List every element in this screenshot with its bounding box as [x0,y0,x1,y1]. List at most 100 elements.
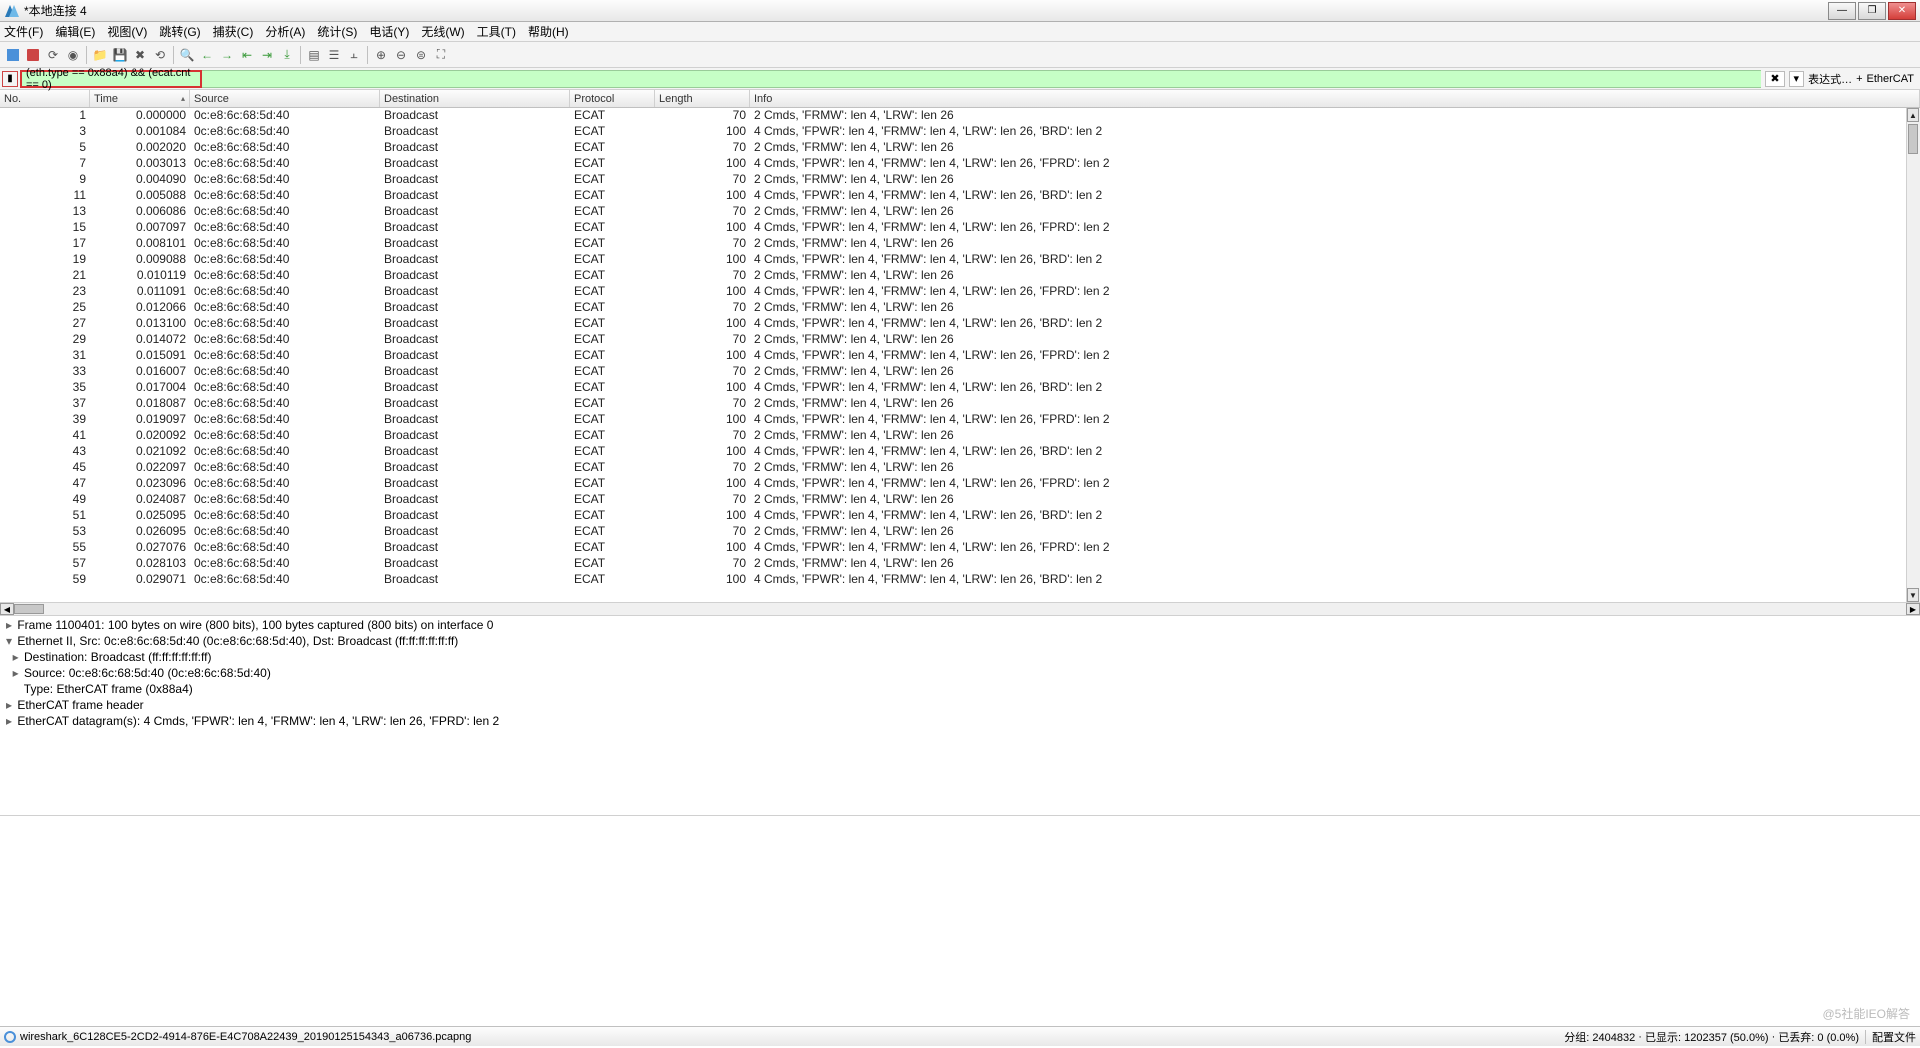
packet-row[interactable]: 510.0250950c:e8:6c:68:5d:40BroadcastECAT… [0,508,1920,524]
filter-bookmark-icon[interactable]: ▮ [2,71,18,87]
hscroll-thumb[interactable] [14,604,44,614]
menu-item-10[interactable]: 帮助(H) [528,23,569,40]
packet-row[interactable]: 110.0050880c:e8:6c:68:5d:40BroadcastECAT… [0,188,1920,204]
col-source[interactable]: Source [190,90,380,107]
packet-row[interactable]: 190.0090880c:e8:6c:68:5d:40BroadcastECAT… [0,252,1920,268]
filter-apply-button[interactable]: ▾ [1789,71,1805,87]
filter-expression-label[interactable]: 表达式… [1808,71,1852,87]
menu-item-0[interactable]: 文件(F) [4,23,43,40]
packet-row[interactable]: 530.0260950c:e8:6c:68:5d:40BroadcastECAT… [0,524,1920,540]
filter-clear-button[interactable]: ✖ [1765,71,1784,87]
menu-item-9[interactable]: 工具(T) [477,23,516,40]
packet-row[interactable]: 310.0150910c:e8:6c:68:5d:40BroadcastECAT… [0,348,1920,364]
filter-add-button[interactable]: + [1856,73,1862,85]
packet-row[interactable]: 490.0240870c:e8:6c:68:5d:40BroadcastECAT… [0,492,1920,508]
display-filter-input[interactable]: (eth.type == 0x88a4) && (ecat.cnt == 0) [20,70,202,88]
packet-row[interactable]: 430.0210920c:e8:6c:68:5d:40BroadcastECAT… [0,444,1920,460]
col-info[interactable]: Info [750,90,1920,107]
detail-line[interactable]: ▾ Ethernet II, Src: 0c:e8:6c:68:5d:40 (0… [4,634,1916,650]
packet-row[interactable]: 410.0200920c:e8:6c:68:5d:40BroadcastECAT… [0,428,1920,444]
packet-row[interactable]: 170.0081010c:e8:6c:68:5d:40BroadcastECAT… [0,236,1920,252]
packet-row[interactable]: 570.0281030c:e8:6c:68:5d:40BroadcastECAT… [0,556,1920,572]
packet-row[interactable]: 350.0170040c:e8:6c:68:5d:40BroadcastECAT… [0,380,1920,396]
packet-details[interactable]: ▸ Frame 1100401: 100 bytes on wire (800 … [0,616,1920,816]
maximize-button[interactable]: ❐ [1858,2,1886,20]
packet-row[interactable]: 50.0020200c:e8:6c:68:5d:40BroadcastECAT7… [0,140,1920,156]
zoom-reset-icon[interactable]: ⊜ [412,46,430,64]
packet-row[interactable]: 390.0190970c:e8:6c:68:5d:40BroadcastECAT… [0,412,1920,428]
colorize-icon[interactable]: ▤ [305,46,323,64]
status-profile[interactable]: 配置文件 [1872,1029,1916,1045]
menu-item-2[interactable]: 视图(V) [107,23,147,40]
packet-row[interactable]: 250.0120660c:e8:6c:68:5d:40BroadcastECAT… [0,300,1920,316]
menu-item-8[interactable]: 无线(W) [421,23,464,40]
scroll-thumb[interactable] [1908,124,1918,154]
menu-item-6[interactable]: 统计(S) [317,23,357,40]
scroll-down-icon[interactable]: ▼ [1907,588,1919,602]
packet-bytes[interactable] [0,816,1920,1026]
find-packet-icon[interactable]: 🔍 [178,46,196,64]
packet-row[interactable]: 270.0131000c:e8:6c:68:5d:40BroadcastECAT… [0,316,1920,332]
packet-row[interactable]: 210.0101190c:e8:6c:68:5d:40BroadcastECAT… [0,268,1920,284]
col-protocol[interactable]: Protocol [570,90,655,107]
packet-row[interactable]: 550.0270760c:e8:6c:68:5d:40BroadcastECAT… [0,540,1920,556]
menu-item-3[interactable]: 跳转(G) [159,23,200,40]
detail-line[interactable]: ▸ Frame 1100401: 100 bytes on wire (800 … [4,618,1916,634]
packet-row[interactable]: 150.0070970c:e8:6c:68:5d:40BroadcastECAT… [0,220,1920,236]
capture-options-icon[interactable]: ◉ [64,46,82,64]
start-capture-icon[interactable] [4,46,22,64]
detail-line[interactable]: ▸ EtherCAT datagram(s): 4 Cmds, 'FPWR': … [4,714,1916,730]
auto-scroll-icon[interactable]: ⤓ [278,46,296,64]
expert-info-icon[interactable] [4,1031,16,1043]
detail-line[interactable]: Type: EtherCAT frame (0x88a4) [4,682,1916,698]
stop-capture-icon[interactable] [24,46,42,64]
packet-row[interactable]: 30.0010840c:e8:6c:68:5d:40BroadcastECAT1… [0,124,1920,140]
vertical-scrollbar[interactable]: ▲ ▼ [1906,108,1920,602]
resize-columns-icon[interactable]: ⫠ [345,46,363,64]
detail-line[interactable]: ▸ Destination: Broadcast (ff:ff:ff:ff:ff… [4,650,1916,666]
detail-line[interactable]: ▸ EtherCAT frame header [4,698,1916,714]
filter-ethercat-label[interactable]: EtherCAT [1867,73,1914,85]
go-next-icon[interactable]: → [218,46,236,64]
packet-row[interactable]: 590.0290710c:e8:6c:68:5d:40BroadcastECAT… [0,572,1920,588]
col-length[interactable]: Length [655,90,750,107]
col-destination[interactable]: Destination [380,90,570,107]
packet-row[interactable]: 130.0060860c:e8:6c:68:5d:40BroadcastECAT… [0,204,1920,220]
packet-row[interactable]: 90.0040900c:e8:6c:68:5d:40BroadcastECAT7… [0,172,1920,188]
options-icon[interactable]: ☰ [325,46,343,64]
packet-row[interactable]: 70.0030130c:e8:6c:68:5d:40BroadcastECAT1… [0,156,1920,172]
menu-item-7[interactable]: 电话(Y) [369,23,409,40]
packet-row[interactable]: 10.0000000c:e8:6c:68:5d:40BroadcastECAT7… [0,108,1920,124]
reload-icon[interactable]: ⟲ [151,46,169,64]
packet-row[interactable]: 230.0110910c:e8:6c:68:5d:40BroadcastECAT… [0,284,1920,300]
go-prev-icon[interactable]: ← [198,46,216,64]
resize-icon[interactable]: ⛶ [432,46,450,64]
zoom-out-icon[interactable]: ⊖ [392,46,410,64]
col-time[interactable]: Time▴ [90,90,190,107]
scroll-up-icon[interactable]: ▲ [1907,108,1919,122]
menu-item-4[interactable]: 捕获(C) [213,23,254,40]
scroll-right-icon[interactable]: ▶ [1906,603,1920,615]
packet-row[interactable]: 470.0230960c:e8:6c:68:5d:40BroadcastECAT… [0,476,1920,492]
menu-item-5[interactable]: 分析(A) [265,23,305,40]
scroll-left-icon[interactable]: ◀ [0,603,14,615]
packet-list[interactable]: 10.0000000c:e8:6c:68:5d:40BroadcastECAT7… [0,108,1920,602]
packet-row[interactable]: 290.0140720c:e8:6c:68:5d:40BroadcastECAT… [0,332,1920,348]
packet-row[interactable]: 330.0160070c:e8:6c:68:5d:40BroadcastECAT… [0,364,1920,380]
col-no[interactable]: No. [0,90,90,107]
packet-row[interactable]: 370.0180870c:e8:6c:68:5d:40BroadcastECAT… [0,396,1920,412]
detail-line[interactable]: ▸ Source: 0c:e8:6c:68:5d:40 (0c:e8:6c:68… [4,666,1916,682]
restart-capture-icon[interactable]: ⟳ [44,46,62,64]
go-first-icon[interactable]: ⇤ [238,46,256,64]
packet-row[interactable]: 450.0220970c:e8:6c:68:5d:40BroadcastECAT… [0,460,1920,476]
close-button[interactable]: ✕ [1888,2,1916,20]
menu-item-1[interactable]: 编辑(E) [55,23,95,40]
minimize-button[interactable]: — [1828,2,1856,20]
close-file-icon[interactable]: ✖ [131,46,149,64]
open-file-icon[interactable]: 📁 [91,46,109,64]
horizontal-scrollbar[interactable]: ◀ ▶ [0,602,1920,616]
save-file-icon[interactable]: 💾 [111,46,129,64]
display-filter-rest[interactable] [202,70,1761,88]
go-last-icon[interactable]: ⇥ [258,46,276,64]
zoom-in-icon[interactable]: ⊕ [372,46,390,64]
